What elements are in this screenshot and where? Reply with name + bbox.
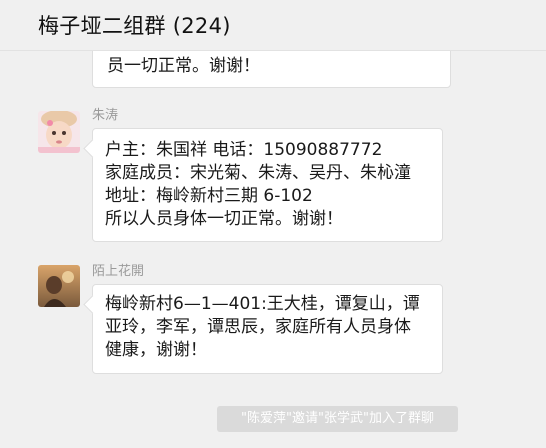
avatar[interactable] xyxy=(38,265,80,307)
sender-name: 陌上花開 xyxy=(92,264,145,279)
message-text: 家庭成员：宋光菊、朱涛、吴丹、朱杺潼 xyxy=(105,163,411,183)
chat-title: 梅子垭二组群 (224) xyxy=(38,14,231,38)
message-text: 地址：梅岭新村三期 6-102 xyxy=(105,186,313,206)
message-bubble[interactable]: 户主：朱国祥 电话：15090887772 家庭成员：宋光菊、朱涛、吴丹、朱杺潼… xyxy=(92,128,443,242)
message-text: 亚玲，李军，谭思辰，家庭所有人员身体 xyxy=(105,317,411,337)
message-text: 健康，谢谢！ xyxy=(105,340,207,360)
baby-photo-avatar-icon xyxy=(38,111,80,153)
system-notice: "陈爱萍"邀请"张学武"加入了群聊 xyxy=(217,406,458,432)
message-text: 所以人员身体一切正常。谢谢！ xyxy=(105,209,343,229)
message-text: 户主：朱国祥 电话：15090887772 xyxy=(105,140,383,160)
message-text: 员一切正常。谢谢！ xyxy=(107,56,260,76)
sender-name: 朱涛 xyxy=(92,108,119,123)
message-text: 梅岭新村6—1—401:王大桂，谭复山，谭 xyxy=(105,294,420,314)
avatar[interactable] xyxy=(38,111,80,153)
message-bubble[interactable]: 梅岭新村6—1—401:王大桂，谭复山，谭 亚玲，李军，谭思辰，家庭所有人员身体… xyxy=(92,284,443,374)
sunset-portrait-avatar-icon xyxy=(38,265,80,307)
chat-header: 梅子垭二组群 (224) xyxy=(0,0,546,51)
